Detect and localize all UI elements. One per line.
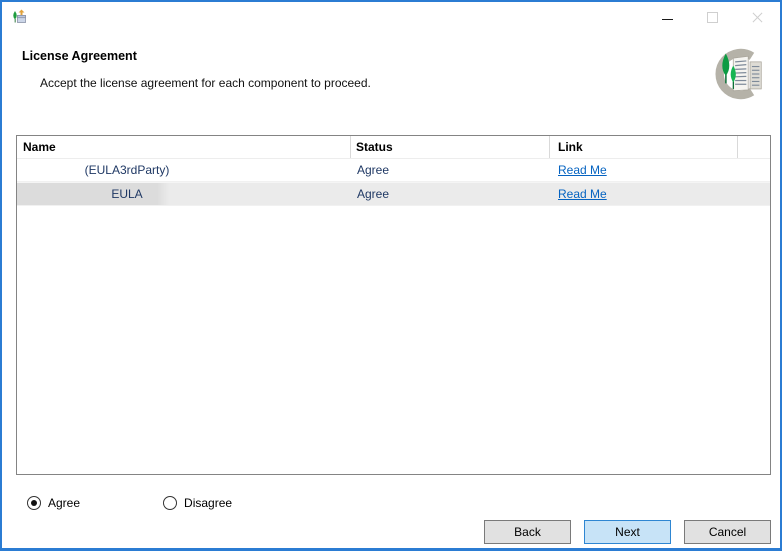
maximize-icon bbox=[707, 12, 718, 23]
table-row[interactable]: (EULA3rdParty) Agree Read Me bbox=[17, 159, 770, 182]
minimize-button[interactable] bbox=[645, 2, 690, 32]
title-bar bbox=[2, 2, 780, 32]
row-name-cell: (EULA3rdParty) bbox=[17, 163, 351, 177]
license-table: Name Status Link (EULA3rdParty) Agree Re… bbox=[16, 135, 771, 475]
table-row-selected[interactable]: EULA Agree Read Me bbox=[17, 182, 770, 206]
cancel-button[interactable]: Cancel bbox=[684, 520, 771, 544]
app-icon bbox=[10, 8, 28, 26]
maximize-button[interactable] bbox=[690, 2, 735, 32]
readme-link[interactable]: Read Me bbox=[558, 163, 607, 177]
column-header-status: Status bbox=[351, 136, 550, 158]
radio-agree-circle[interactable] bbox=[27, 496, 41, 510]
radio-disagree-circle[interactable] bbox=[163, 496, 177, 510]
table-header-row: Name Status Link bbox=[17, 136, 770, 159]
radio-agree[interactable]: Agree bbox=[27, 496, 80, 510]
radio-disagree[interactable]: Disagree bbox=[163, 496, 232, 510]
minimize-icon bbox=[662, 19, 673, 20]
column-header-filler bbox=[738, 136, 770, 158]
row-status-cell: Agree bbox=[351, 163, 550, 177]
column-header-link: Link bbox=[550, 136, 738, 158]
brand-logo-icon bbox=[709, 46, 765, 102]
row-status-cell: Agree bbox=[351, 187, 550, 201]
page-title: License Agreement bbox=[22, 49, 137, 63]
radio-disagree-label: Disagree bbox=[184, 496, 232, 510]
row-link-cell: Read Me bbox=[550, 187, 738, 201]
close-icon bbox=[752, 12, 763, 23]
column-header-name: Name bbox=[17, 136, 351, 158]
radio-agree-label: Agree bbox=[48, 496, 80, 510]
back-button[interactable]: Back bbox=[484, 520, 571, 544]
installer-window: License Agreement Accept the license agr… bbox=[0, 0, 782, 551]
consent-radio-group: Agree Disagree bbox=[27, 496, 232, 510]
row-link-cell: Read Me bbox=[550, 163, 738, 177]
row-name-cell: EULA bbox=[17, 187, 351, 201]
next-button[interactable]: Next bbox=[584, 520, 671, 544]
readme-link[interactable]: Read Me bbox=[558, 187, 607, 201]
logo-documents bbox=[733, 56, 761, 91]
caption-buttons bbox=[645, 2, 780, 32]
close-button[interactable] bbox=[735, 2, 780, 32]
page-subtitle: Accept the license agreement for each co… bbox=[40, 76, 371, 90]
